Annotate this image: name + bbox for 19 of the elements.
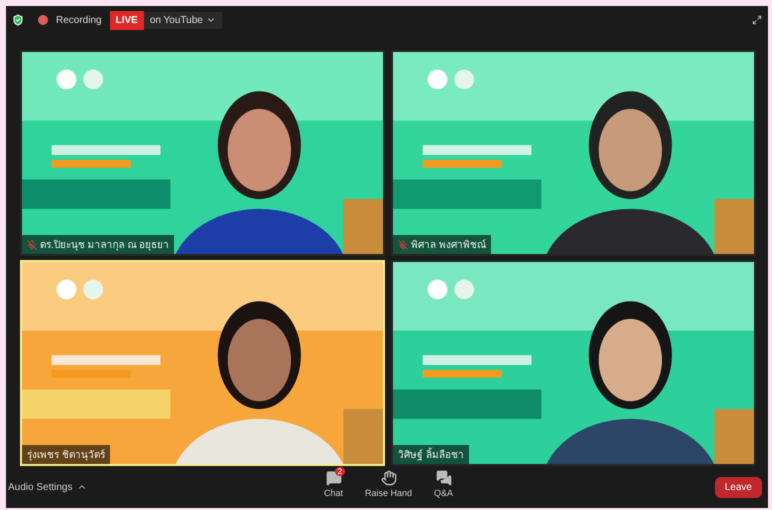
shield-icon bbox=[12, 14, 24, 26]
live-badge: LIVE bbox=[110, 10, 144, 30]
participant-name: ดร.ปิยะนุช มาลากุล ณ อยุธยา bbox=[40, 239, 170, 252]
chat-button[interactable]: Chat 2 bbox=[324, 470, 344, 498]
qa-button[interactable]: Q&A bbox=[434, 470, 454, 498]
participant-name: รุ่งเพชร ชิตานุวัตร์ bbox=[27, 448, 105, 462]
recording-label: Recording bbox=[56, 14, 102, 26]
count-badge: 2 bbox=[334, 467, 346, 476]
fullscreen-icon[interactable] bbox=[752, 15, 762, 25]
participant-name: วิศิษฐ์ ลิ้มลือชา bbox=[398, 447, 464, 462]
participant-name: พิศาล พงศาพิชณ์ bbox=[411, 238, 486, 252]
audio-settings-button[interactable]: Audio Settings bbox=[8, 482, 86, 492]
stream-destination-button[interactable]: on YouTube bbox=[144, 12, 222, 28]
leave-button[interactable]: Leave bbox=[714, 476, 762, 498]
chat-icon bbox=[326, 470, 342, 486]
recording-icon bbox=[38, 15, 48, 25]
hand-button[interactable]: Raise Hand bbox=[365, 470, 412, 498]
qa-icon bbox=[436, 470, 452, 486]
hand-icon bbox=[380, 470, 397, 486]
